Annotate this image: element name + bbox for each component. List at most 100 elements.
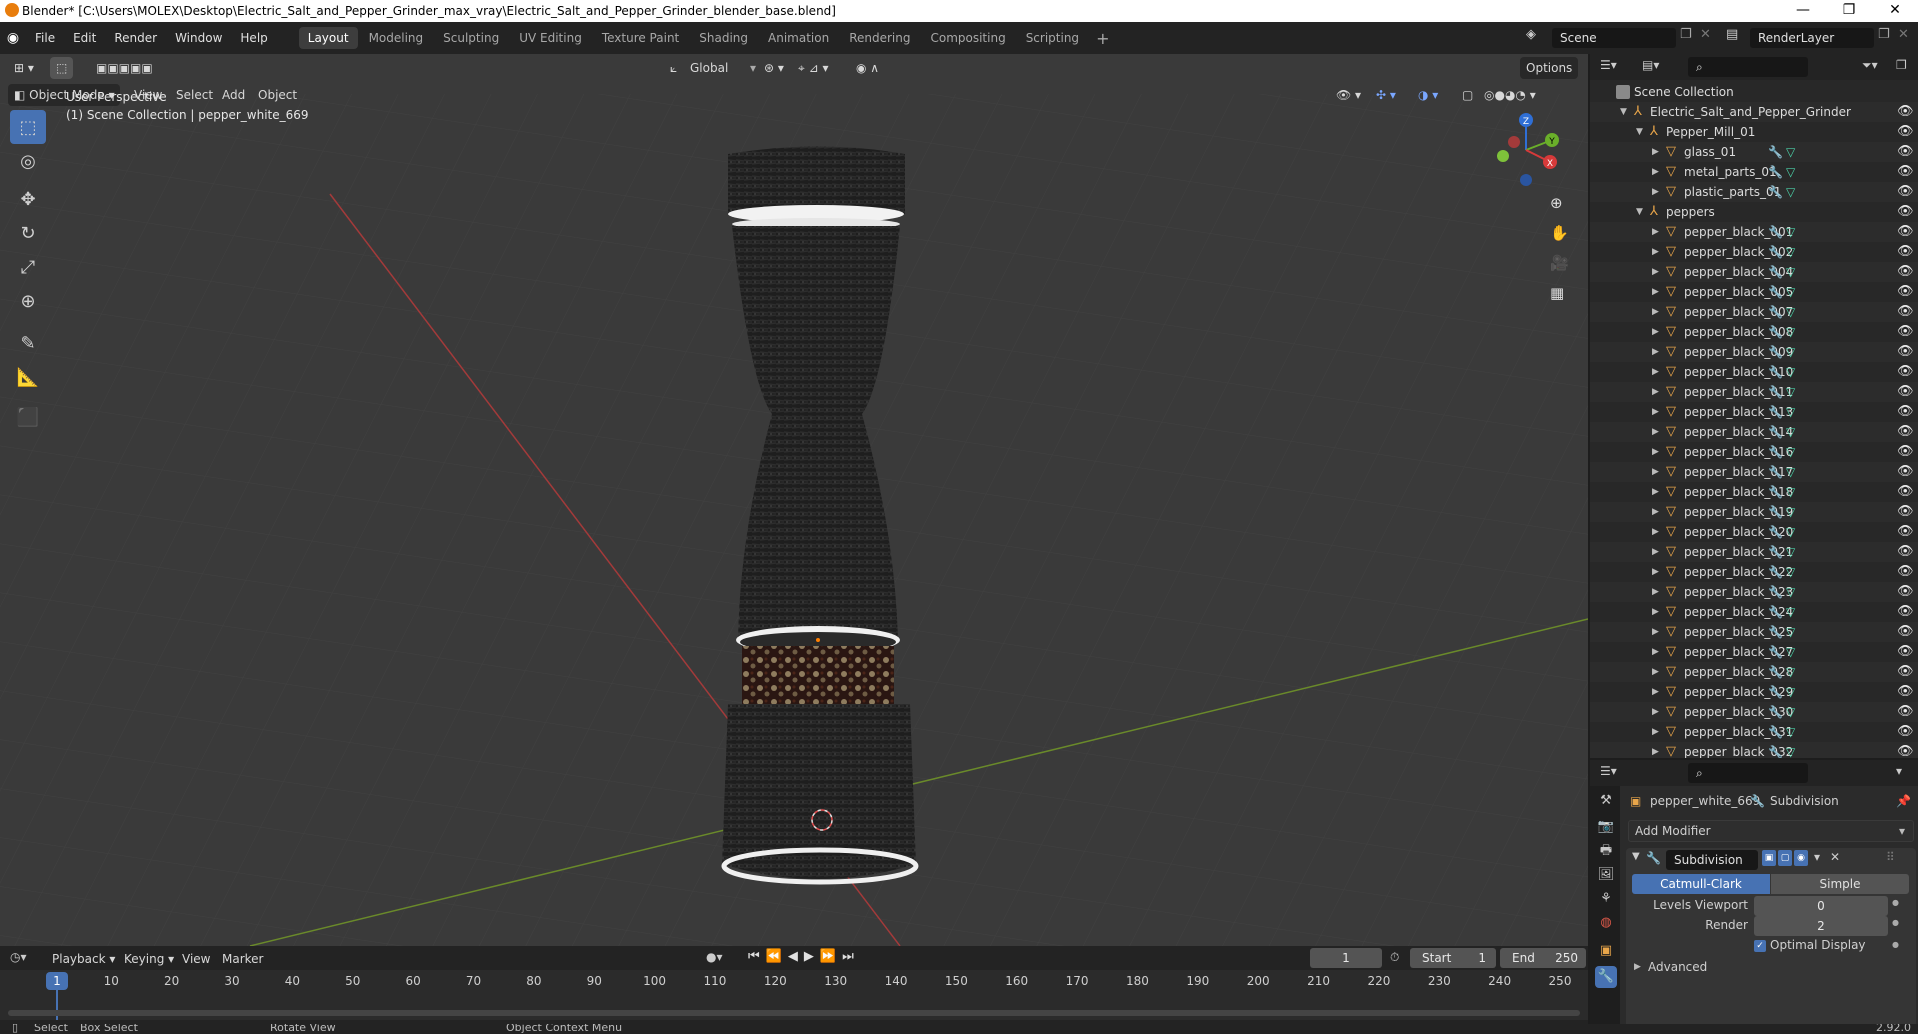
outliner-object-row[interactable]: ▶ ▽ pepper_black_029 🔧 ▽ 👁 xyxy=(1590,682,1918,702)
visibility-eye-icon[interactable]: 👁 xyxy=(1897,142,1914,162)
expand-right-icon[interactable]: ▶ xyxy=(1652,462,1659,482)
start-frame-field[interactable]: Start 1 xyxy=(1410,948,1496,968)
menu-window[interactable]: Window xyxy=(166,31,231,45)
add-cube-tool-icon[interactable]: ⬛ xyxy=(10,400,46,434)
add-workspace-icon[interactable]: + xyxy=(1090,29,1115,48)
expand-right-icon[interactable]: ▶ xyxy=(1652,242,1659,262)
editor-type-icon[interactable]: ⊞ ▾ xyxy=(8,57,40,79)
visibility-eye-icon[interactable]: 👁 xyxy=(1897,582,1914,602)
modifier-wrench-icon[interactable]: 🔧 xyxy=(1768,682,1783,702)
expand-right-icon[interactable]: ▶ xyxy=(1652,682,1659,702)
outliner-search-input[interactable]: ⌕ xyxy=(1688,57,1808,77)
modifier-wrench-icon[interactable]: 🔧 xyxy=(1768,482,1783,502)
expand-down-icon[interactable]: ▼ xyxy=(1636,202,1643,222)
visibility-eye-icon[interactable]: 👁 xyxy=(1897,202,1914,222)
visibility-eye-icon[interactable]: 👁 xyxy=(1897,702,1914,722)
gizmo-neg-z-icon[interactable] xyxy=(1520,174,1532,186)
modifier-wrench-icon[interactable]: 🔧 xyxy=(1768,582,1783,602)
add-modifier-dropdown[interactable]: Add Modifier ▾ xyxy=(1628,820,1914,842)
expand-right-icon[interactable]: ▶ xyxy=(1652,142,1659,162)
outliner-object-row[interactable]: ▶ ▽ pepper_black_017 🔧 ▽ 👁 xyxy=(1590,462,1918,482)
modifier-wrench-icon[interactable]: 🔧 xyxy=(1768,142,1783,162)
mesh-data-icon[interactable]: ▽ xyxy=(1786,282,1795,302)
mesh-data-icon[interactable]: ▽ xyxy=(1786,722,1795,742)
outliner-editor-type-icon[interactable]: ☰▾ xyxy=(1600,58,1617,72)
outliner-object-row[interactable]: ▶ ▽ pepper_black_005 🔧 ▽ 👁 xyxy=(1590,282,1918,302)
visibility-eye-icon[interactable]: 👁 xyxy=(1897,562,1914,582)
expand-down-icon[interactable]: ▼ xyxy=(1620,102,1627,122)
outliner-object-row[interactable]: ▶ ▽ pepper_black_024 🔧 ▽ 👁 xyxy=(1590,602,1918,622)
editmode-toggle-icon[interactable]: ▣ xyxy=(1762,850,1776,866)
visibility-eye-icon[interactable]: 👁 xyxy=(1897,662,1914,682)
visibility-eye-icon[interactable]: 👁 xyxy=(1897,322,1914,342)
visibility-eye-icon[interactable]: 👁 xyxy=(1897,122,1914,142)
expand-right-icon[interactable]: ▶ xyxy=(1652,262,1659,282)
menu-edit[interactable]: Edit xyxy=(64,31,105,45)
mesh-data-icon[interactable]: ▽ xyxy=(1786,622,1795,642)
rotate-tool-icon[interactable]: ↻ xyxy=(10,216,46,250)
outliner-object-row[interactable]: ▶ ▽ pepper_black_032 🔧 ▽ 👁 xyxy=(1590,742,1918,758)
mesh-data-icon[interactable]: ▽ xyxy=(1786,322,1795,342)
outliner-collection-row[interactable]: ▼ ⅄ Electric_Salt_and_Pepper_Grinder 👁 xyxy=(1590,102,1918,122)
outliner-object-row[interactable]: ▶ ▽ pepper_black_027 🔧 ▽ 👁 xyxy=(1590,642,1918,662)
outliner-object-row[interactable]: ▶ ▽ pepper_black_030 🔧 ▽ 👁 xyxy=(1590,702,1918,722)
outliner-object-row[interactable]: ▶ ▽ pepper_black_002 🔧 ▽ 👁 xyxy=(1590,242,1918,262)
timeline-menu-view[interactable]: View xyxy=(176,948,216,970)
outliner-object-row[interactable]: ▶ ▽ pepper_black_031 🔧 ▽ 👁 xyxy=(1590,722,1918,742)
expand-right-icon[interactable]: ▶ xyxy=(1652,742,1659,758)
scene-browse-icon[interactable]: ◈ xyxy=(1526,27,1536,42)
expand-right-icon[interactable]: ▶ xyxy=(1652,402,1659,422)
gizmo-toggle-icon[interactable]: ✣ ▾ xyxy=(1370,84,1402,106)
modifier-tab-icon[interactable]: 🔧 xyxy=(1595,966,1617,988)
mesh-data-icon[interactable]: ▽ xyxy=(1786,362,1795,382)
mesh-data-icon[interactable]: ▽ xyxy=(1786,182,1795,202)
tweak-tool-icon[interactable]: ⬚ xyxy=(10,110,46,144)
cursor-tool-icon[interactable]: ◎ xyxy=(10,144,46,178)
scene-tab-icon[interactable]: ⚘ xyxy=(1595,888,1617,910)
keyframe-dot-icon[interactable]: ● xyxy=(1892,940,1899,949)
visibility-eye-icon[interactable]: 👁 xyxy=(1897,602,1914,622)
mesh-data-icon[interactable]: ▽ xyxy=(1786,602,1795,622)
visibility-eye-icon[interactable]: 👁 xyxy=(1897,362,1914,382)
outliner-mill-row[interactable]: ▼ ⅄ Pepper_Mill_01 👁 xyxy=(1590,122,1918,142)
modifier-wrench-icon[interactable]: 🔧 xyxy=(1768,422,1783,442)
expand-right-icon[interactable]: ▶ xyxy=(1652,622,1659,642)
mesh-data-icon[interactable]: ▽ xyxy=(1786,542,1795,562)
outliner-display-mode-icon[interactable]: ▤▾ xyxy=(1642,58,1659,72)
view-layer-browse-icon[interactable]: ▤ xyxy=(1726,27,1738,42)
viewport-menu-object[interactable]: Object xyxy=(252,84,303,106)
mesh-data-icon[interactable]: ▽ xyxy=(1786,482,1795,502)
visibility-eye-icon[interactable]: 👁 xyxy=(1897,182,1914,202)
expand-right-icon[interactable]: ▶ xyxy=(1652,162,1659,182)
viewport-menu-add[interactable]: Add xyxy=(216,84,251,106)
mesh-data-icon[interactable]: ▽ xyxy=(1786,742,1795,758)
simple-button[interactable]: Simple xyxy=(1771,874,1909,894)
expand-right-icon[interactable]: ▶ xyxy=(1652,502,1659,522)
object-tab-icon[interactable]: ▣ xyxy=(1595,940,1617,962)
visibility-eye-icon[interactable]: 👁 xyxy=(1897,282,1914,302)
outliner-object-row[interactable]: ▶ ▽ pepper_black_004 🔧 ▽ 👁 xyxy=(1590,262,1918,282)
viewport-menu-select[interactable]: Select xyxy=(170,84,219,106)
select-mode-box-icon[interactable]: ▣▣▣▣▣ xyxy=(90,57,159,79)
mesh-data-icon[interactable]: ▽ xyxy=(1786,262,1795,282)
camera-view-icon[interactable]: 🎥 xyxy=(1550,254,1569,272)
maximize-button[interactable]: ❐ xyxy=(1826,0,1872,22)
outliner-object-row[interactable]: ▶ ▽ pepper_black_028 🔧 ▽ 👁 xyxy=(1590,662,1918,682)
outliner-object-row[interactable]: ▶ ▽ pepper_black_014 🔧 ▽ 👁 xyxy=(1590,422,1918,442)
modifier-name-field[interactable]: Subdivision xyxy=(1666,850,1758,870)
close-icon[interactable]: ✕ xyxy=(1830,850,1840,864)
outliner-object-row[interactable]: ▶ ▽ metal_parts_01 🔧 ▽ 👁 xyxy=(1590,162,1918,182)
outliner-peppers-row[interactable]: ▼ ⅄ peppers 👁 xyxy=(1590,202,1918,222)
mesh-data-icon[interactable]: ▽ xyxy=(1786,242,1795,262)
visibility-eye-icon[interactable]: 👁 xyxy=(1897,242,1914,262)
expand-right-icon[interactable]: ▶ xyxy=(1652,542,1659,562)
visibility-eye-icon[interactable]: 👁 xyxy=(1897,642,1914,662)
viewport-toggle-icon[interactable]: ▢ xyxy=(1778,850,1792,866)
visibility-icon[interactable]: 👁 ▾ xyxy=(1330,84,1367,106)
close-button[interactable]: ✕ xyxy=(1872,0,1918,22)
render-levels-field[interactable]: 2 xyxy=(1754,916,1888,936)
tab-uv-editing[interactable]: UV Editing xyxy=(510,27,591,49)
visibility-eye-icon[interactable]: 👁 xyxy=(1897,442,1914,462)
modifier-wrench-icon[interactable]: 🔧 xyxy=(1768,182,1783,202)
expand-right-icon[interactable]: ▶ xyxy=(1652,302,1659,322)
